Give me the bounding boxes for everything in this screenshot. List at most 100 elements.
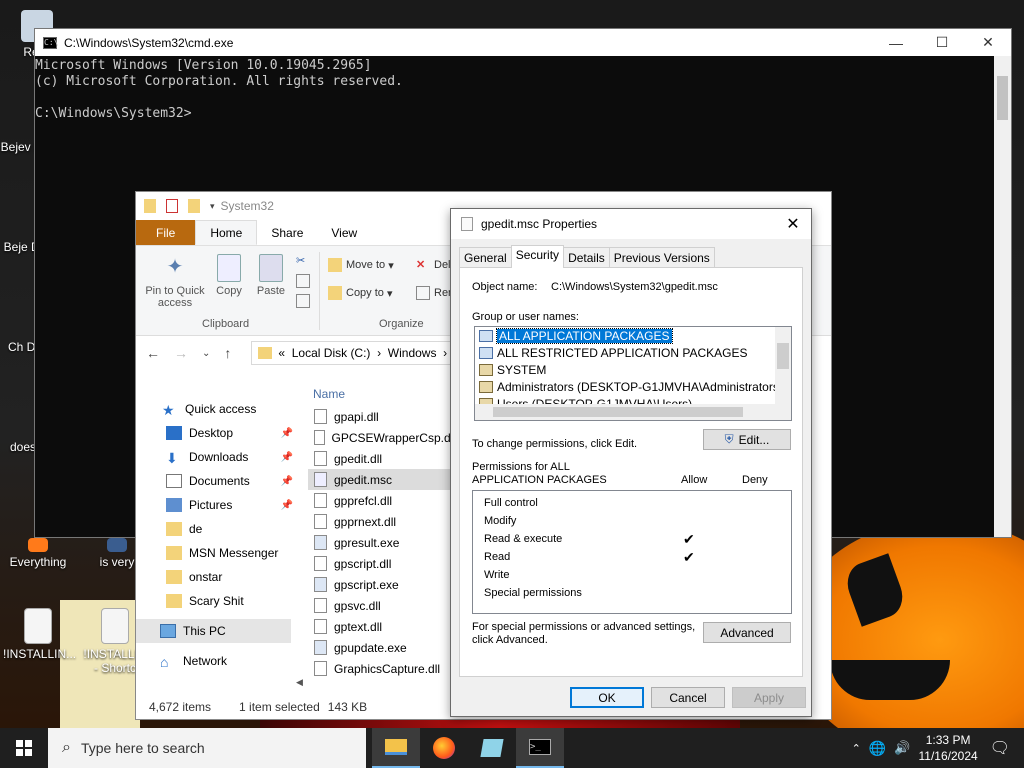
pin-icon[interactable]: 📌	[281, 500, 293, 511]
properties-titlebar[interactable]: gpedit.msc Properties ✕	[451, 209, 811, 239]
properties-dialog[interactable]: gpedit.msc Properties ✕ General Security…	[450, 208, 812, 717]
file-row[interactable]: gpupdate.exe	[308, 637, 456, 658]
paste-icon	[259, 254, 283, 282]
show-hidden-icons-icon[interactable]: ⌃	[852, 742, 861, 755]
pin-to-quick-access-button[interactable]: ✦ Pin to Quick access	[142, 254, 208, 309]
file-row[interactable]: gpedit.dll	[308, 448, 456, 469]
customize-toolbar-icon[interactable]: ▾	[210, 201, 215, 212]
copy-button[interactable]: Copy	[212, 254, 246, 297]
tab-view[interactable]: View	[317, 220, 371, 245]
paste-button[interactable]: Paste	[254, 254, 288, 297]
cmd-scrollbar[interactable]	[994, 56, 1011, 537]
list-item[interactable]: Administrators (DESKTOP-G1JMVHA\Administ…	[475, 378, 791, 395]
move-to-button[interactable]: Move to ▾	[328, 258, 394, 272]
notifications-icon[interactable]: 🗨	[990, 738, 1010, 758]
cmd-console[interactable]: Microsoft Windows [Version 10.0.19045.29…	[35, 56, 1011, 122]
up-icon[interactable]: ↑	[224, 345, 231, 361]
back-icon[interactable]: ←	[146, 345, 160, 361]
users-icon	[479, 380, 493, 393]
start-button[interactable]	[0, 728, 48, 768]
advanced-button[interactable]: Advanced	[703, 622, 791, 643]
file-row[interactable]: gpprefcl.dll	[308, 490, 456, 511]
minimize-button[interactable]: —	[873, 29, 919, 56]
cancel-button[interactable]: Cancel	[651, 687, 725, 708]
file-row[interactable]: gpsvc.dll	[308, 595, 456, 616]
file-row[interactable]: gpresult.exe	[308, 532, 456, 553]
folder-icon	[166, 546, 182, 560]
tab-file[interactable]: File	[136, 220, 196, 245]
apply-button[interactable]: Apply	[732, 687, 806, 708]
copy-to-button[interactable]: Copy to ▾	[328, 286, 393, 300]
pin-icon[interactable]: 📌	[281, 452, 293, 463]
file-row-selected[interactable]: gpedit.msc	[308, 469, 456, 490]
edit-button[interactable]: ⛨ Edit...	[703, 429, 791, 450]
network-icon: ⌂	[160, 654, 169, 670]
copy-path-button[interactable]	[296, 274, 314, 288]
dll-file-icon	[314, 409, 327, 424]
column-header-name[interactable]: Name	[308, 382, 456, 406]
file-row[interactable]: GPCSEWrapperCsp.dll	[308, 427, 456, 448]
taskbar-search-box[interactable]: ⌕ Type here to search	[48, 728, 366, 768]
rename-button[interactable]: Ren	[416, 286, 454, 300]
breadcrumb-windows[interactable]: Windows	[388, 346, 437, 360]
forward-icon[interactable]: →	[174, 345, 188, 361]
user-list-vertical-scrollbar[interactable]	[775, 327, 791, 405]
nav-this-pc[interactable]: This PC	[136, 619, 291, 643]
file-row[interactable]: gpprnext.dll	[308, 511, 456, 532]
tab-details[interactable]: Details	[563, 247, 610, 268]
properties-icon[interactable]	[166, 199, 178, 213]
file-row[interactable]: gpscript.exe	[308, 574, 456, 595]
delete-button[interactable]: ✕ Del	[416, 258, 451, 272]
nav-downloads[interactable]: ⬇ Downloads 📌	[136, 445, 301, 469]
tab-home[interactable]: Home	[195, 220, 258, 245]
breadcrumb-local-disk[interactable]: Local Disk (C:)	[292, 346, 371, 360]
user-list[interactable]: ALL APPLICATION PACKAGES ALL RESTRICTED …	[474, 326, 792, 421]
pin-icon[interactable]: 📌	[281, 476, 293, 487]
taskbar-app[interactable]	[468, 728, 516, 768]
close-button[interactable]: ✕	[965, 29, 1011, 56]
desktop-icon-installing[interactable]: !INSTALLIN...	[3, 608, 76, 661]
dll-file-icon	[314, 619, 327, 634]
nav-folder-onstar[interactable]: onstar	[136, 565, 301, 589]
nav-documents[interactable]: Documents 📌	[136, 469, 301, 493]
pictures-icon	[166, 498, 182, 512]
file-list-horizontal-scrollbar[interactable]: ◀	[296, 677, 456, 691]
volume-icon[interactable]: 🔊	[894, 740, 910, 756]
list-item-selected[interactable]: ALL APPLICATION PACKAGES	[475, 327, 791, 344]
pin-icon[interactable]: 📌	[281, 428, 293, 439]
nav-pictures[interactable]: Pictures 📌	[136, 493, 301, 517]
file-row[interactable]: gptext.dll	[308, 616, 456, 637]
network-icon[interactable]: 🌐	[869, 740, 886, 757]
list-item[interactable]: ALL RESTRICTED APPLICATION PACKAGES	[475, 344, 791, 361]
maximize-button[interactable]: ☐	[919, 29, 965, 56]
tab-general[interactable]: General	[459, 247, 512, 268]
nav-folder-msn-messenger[interactable]: MSN Messenger	[136, 541, 301, 565]
file-row[interactable]: gpapi.dll	[308, 406, 456, 427]
desktop-icon-everything[interactable]: Everything	[3, 538, 73, 569]
file-row[interactable]: GraphicsCapture.dll	[308, 658, 456, 679]
taskbar-cmd[interactable]: >_	[516, 728, 564, 768]
cut-button[interactable]: ✂	[296, 254, 314, 268]
user-list-horizontal-scrollbar[interactable]	[475, 404, 791, 420]
recent-locations-icon[interactable]: ⌄	[202, 348, 210, 359]
tab-security[interactable]: Security	[510, 245, 565, 268]
copy-path-icon	[296, 274, 310, 288]
close-button[interactable]: ✕	[775, 214, 811, 234]
nav-network[interactable]: ⌂ Network	[136, 649, 301, 673]
taskbar-file-explorer[interactable]	[372, 728, 420, 768]
tab-previous-versions[interactable]: Previous Versions	[608, 247, 715, 268]
tab-share[interactable]: Share	[257, 220, 317, 245]
file-row[interactable]: gpscript.dll	[308, 553, 456, 574]
cmd-titlebar[interactable]: C:\ C:\Windows\System32\cmd.exe — ☐ ✕	[35, 29, 1011, 56]
nav-folder-scary-shit[interactable]: Scary Shit	[136, 589, 301, 613]
taskbar-firefox[interactable]	[420, 728, 468, 768]
clock[interactable]: 1:33 PM 11/16/2024	[919, 732, 978, 764]
nav-folder-de[interactable]: de	[136, 517, 301, 541]
ok-button[interactable]: OK	[570, 687, 644, 708]
new-folder-icon[interactable]	[188, 199, 200, 213]
dll-file-icon	[314, 430, 325, 445]
nav-desktop[interactable]: Desktop 📌	[136, 421, 301, 445]
nav-quick-access[interactable]: ★ Quick access	[136, 397, 301, 421]
list-item[interactable]: SYSTEM	[475, 361, 791, 378]
paste-shortcut-button[interactable]	[296, 294, 314, 308]
